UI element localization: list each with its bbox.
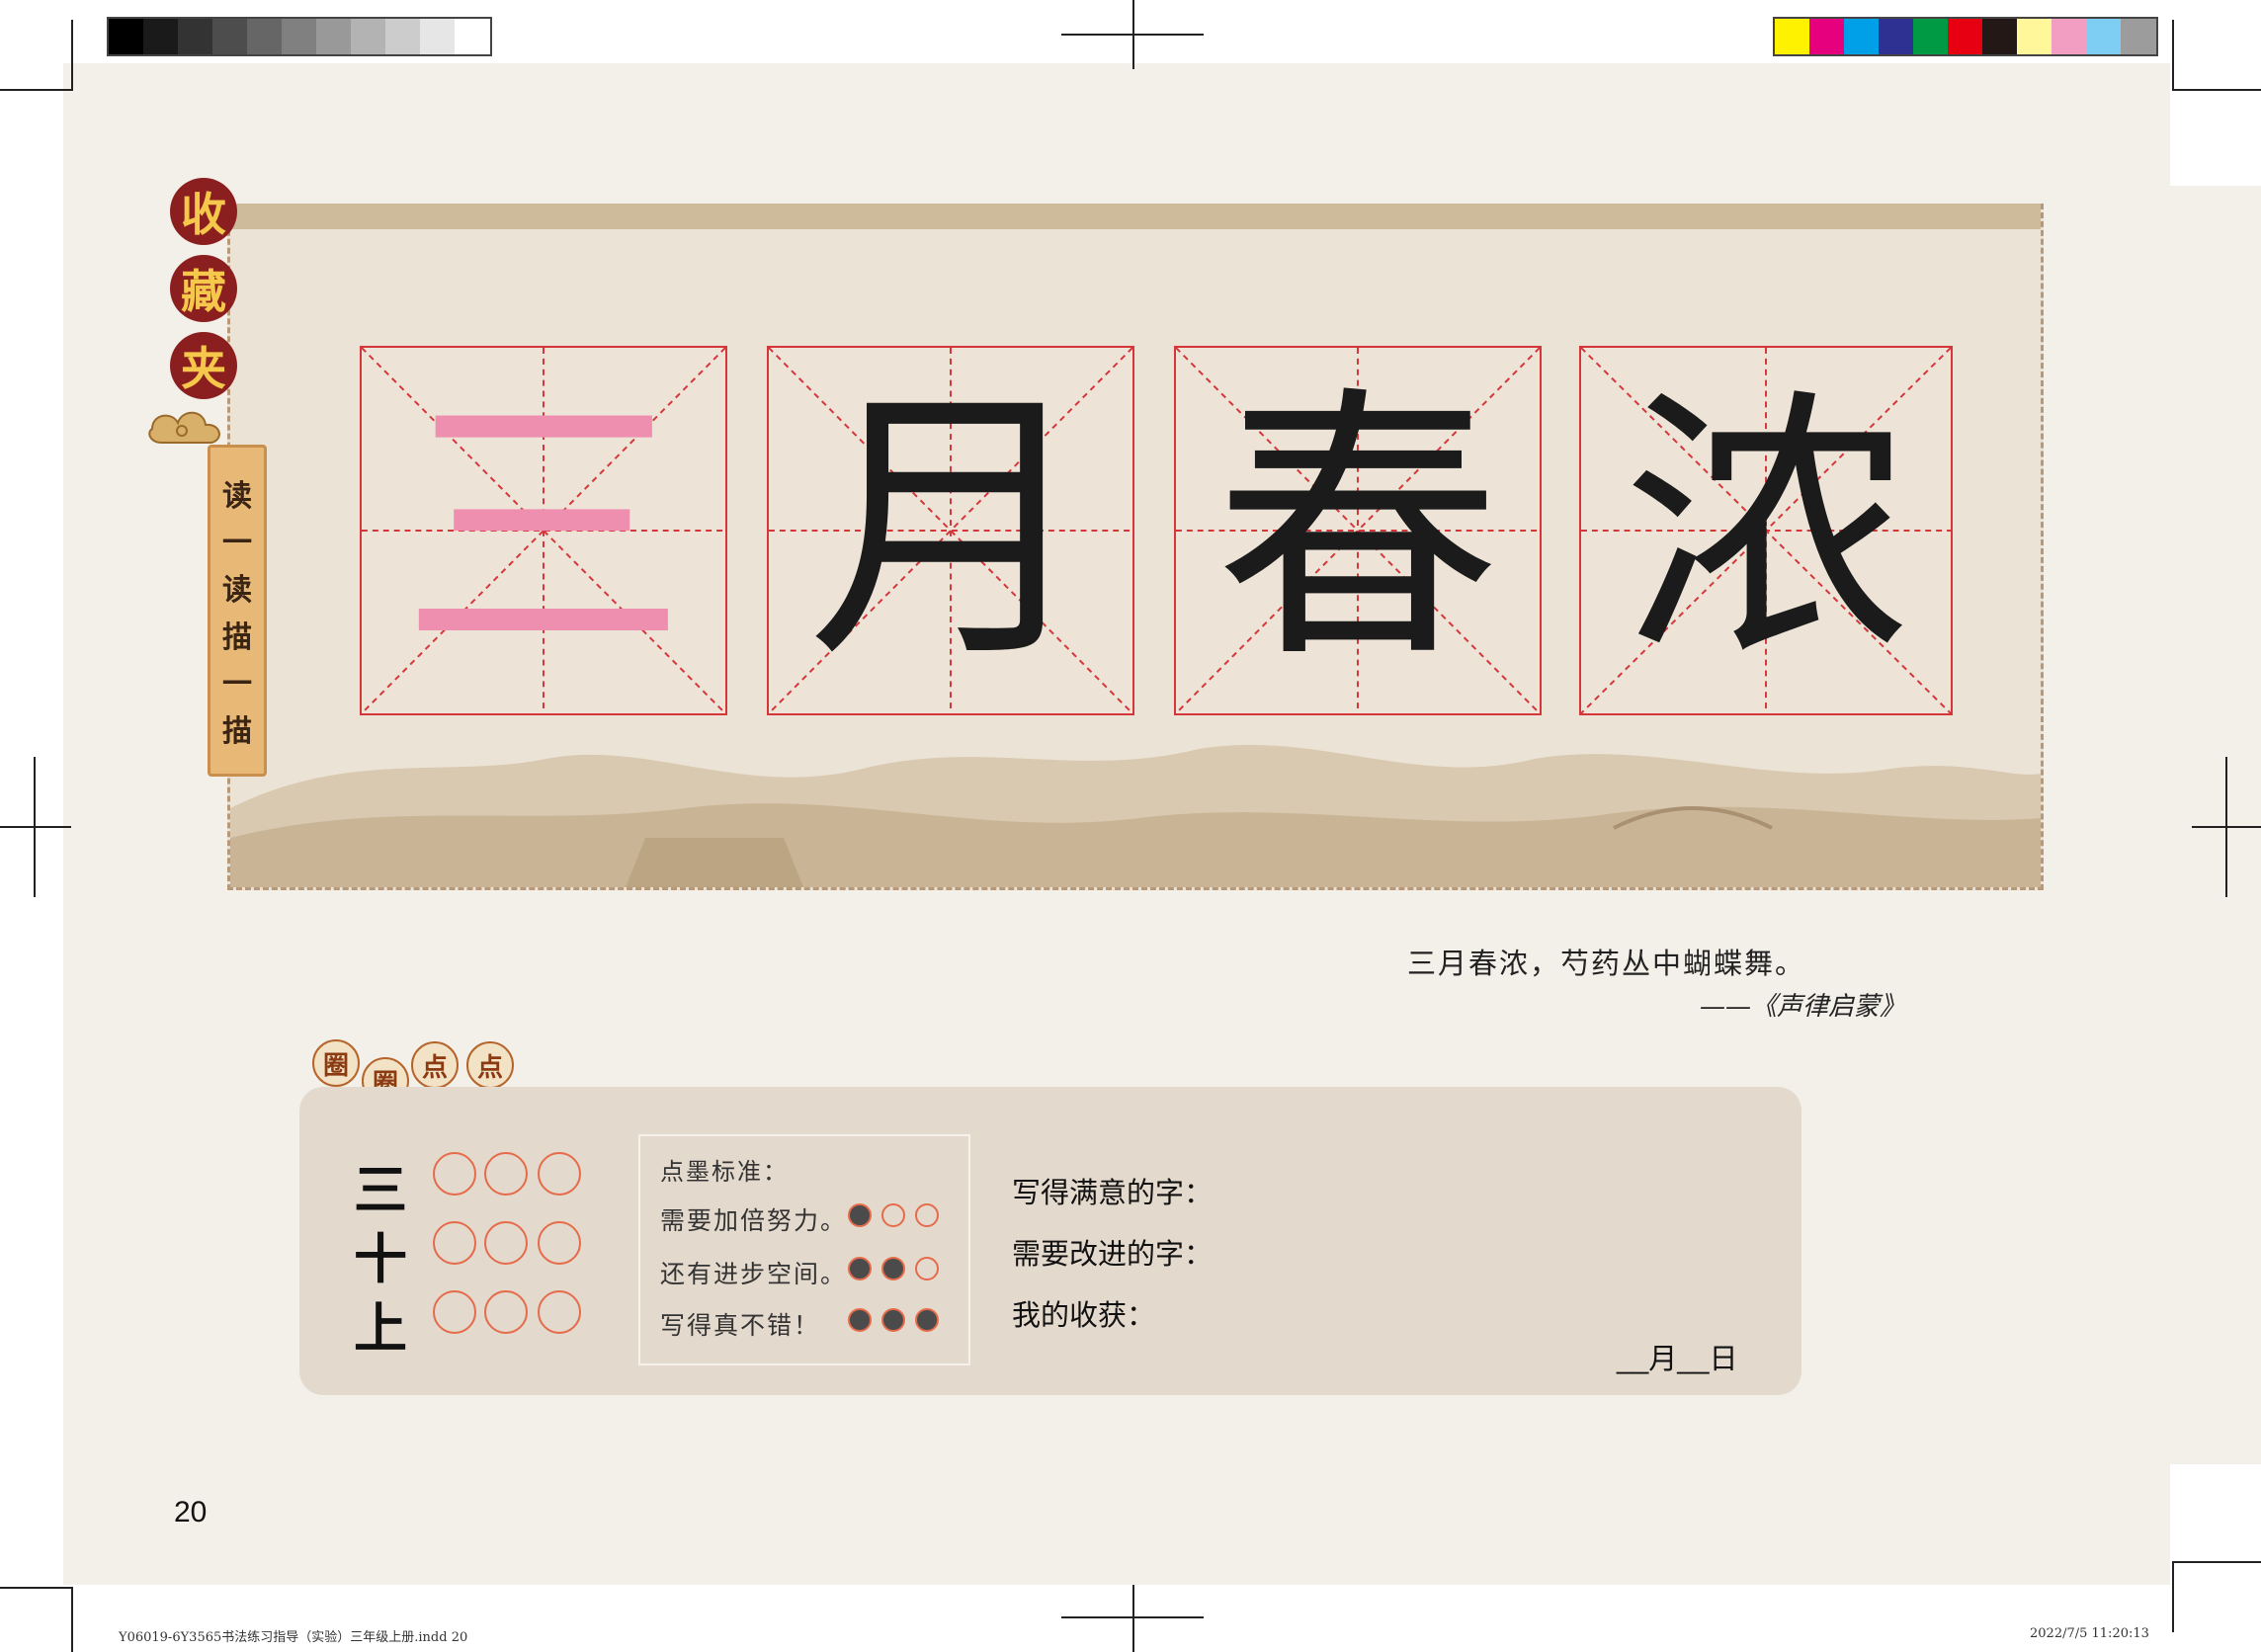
rating-ring[interactable] bbox=[433, 1152, 476, 1196]
crop-mark bbox=[2172, 1561, 2174, 1632]
banner-top-rail bbox=[227, 204, 2041, 229]
criteria-title: 点墨标准： bbox=[660, 1158, 789, 1186]
ink-dot-empty bbox=[915, 1257, 939, 1280]
crop-mark bbox=[34, 757, 36, 897]
rating-ring[interactable] bbox=[484, 1152, 528, 1196]
rating-ring[interactable] bbox=[484, 1221, 528, 1265]
practice-char-shi: 十 bbox=[354, 1227, 407, 1290]
cloud-ornament-icon bbox=[148, 411, 220, 444]
ink-dot-filled bbox=[848, 1203, 872, 1227]
improve-chars-field[interactable]: 需要改进的字： bbox=[1012, 1231, 1213, 1273]
section-badge: 点 bbox=[466, 1041, 514, 1089]
criteria-item: 写得真不错！ bbox=[660, 1311, 821, 1340]
scroll-char: 读 bbox=[222, 573, 252, 609]
seal-cang: 藏 bbox=[170, 255, 237, 322]
section-badge: 点 bbox=[411, 1041, 459, 1089]
practice-char-san: 三 bbox=[354, 1158, 407, 1221]
crop-mark bbox=[1132, 1585, 1134, 1652]
tianzige-box-4: 浓 bbox=[1579, 346, 1953, 715]
page-number: 20 bbox=[174, 1496, 208, 1528]
ink-dot-filled bbox=[881, 1308, 905, 1332]
scroll-char: 描 bbox=[222, 620, 252, 655]
scroll-char: 一 bbox=[222, 526, 252, 561]
poem-quote: 三月春浓，芍药丛中蝴蝶舞。 bbox=[1407, 947, 1806, 980]
section-badge: 圈 bbox=[312, 1039, 360, 1087]
criteria-item: 还有进步空间。 bbox=[660, 1260, 848, 1288]
crop-mark bbox=[71, 20, 73, 91]
satisfied-chars-field[interactable]: 写得满意的字： bbox=[1012, 1170, 1213, 1211]
tianzige-box-1: 三 bbox=[360, 346, 727, 715]
crop-mark bbox=[0, 1587, 71, 1589]
scroll-char: 描 bbox=[222, 714, 252, 750]
character-yue: 月 bbox=[807, 364, 1094, 697]
crop-mark bbox=[2172, 20, 2174, 91]
crop-mark bbox=[0, 89, 71, 91]
practice-char-shang: 上 bbox=[354, 1296, 407, 1360]
print-slug-file: Y06019-6Y3565书法练习指导（实验）三年级上册.indd 20 bbox=[119, 1630, 468, 1645]
character-chun: 春 bbox=[1214, 364, 1501, 697]
seal-shou: 收 bbox=[170, 178, 237, 245]
rating-ring[interactable] bbox=[538, 1152, 581, 1196]
rating-ring[interactable] bbox=[484, 1290, 528, 1334]
criteria-item: 需要加倍努力。 bbox=[660, 1206, 848, 1235]
crop-mark bbox=[71, 1587, 73, 1652]
poem-source: ——《声律启蒙》 bbox=[1700, 992, 1906, 1022]
crop-mark bbox=[2225, 757, 2227, 897]
landscape-painting bbox=[230, 690, 2041, 887]
print-slug-timestamp: 2022/7/5 11:20:13 bbox=[2030, 1626, 2149, 1641]
page-sheet-edge bbox=[2170, 186, 2261, 1464]
crop-mark bbox=[2172, 1561, 2261, 1563]
scroll-char: 一 bbox=[222, 667, 252, 702]
grayscale-bar bbox=[107, 17, 492, 56]
rating-ring[interactable] bbox=[538, 1290, 581, 1334]
rating-ring[interactable] bbox=[433, 1290, 476, 1334]
scroll-char: 读 bbox=[222, 478, 252, 514]
ink-dot-filled bbox=[881, 1257, 905, 1280]
color-bar bbox=[1773, 17, 2158, 56]
character-san: 三 bbox=[400, 364, 687, 697]
tianzige-box-3: 春 bbox=[1174, 346, 1542, 715]
ink-dot-empty bbox=[881, 1203, 905, 1227]
crop-mark bbox=[2172, 89, 2261, 91]
ink-dot-filled bbox=[848, 1308, 872, 1332]
read-trace-scroll-label: 读 一 读 描 一 描 bbox=[208, 445, 267, 777]
seal-jia: 夹 bbox=[170, 332, 237, 399]
ink-dot-filled bbox=[848, 1257, 872, 1280]
date-line[interactable]: __月__日 bbox=[1617, 1336, 1738, 1377]
crop-mark bbox=[1132, 0, 1134, 69]
ink-dot-filled bbox=[915, 1308, 939, 1332]
rating-ring[interactable] bbox=[433, 1221, 476, 1265]
tianzige-box-2: 月 bbox=[767, 346, 1134, 715]
ink-dot-empty bbox=[915, 1203, 939, 1227]
rating-ring[interactable] bbox=[538, 1221, 581, 1265]
crop-mark bbox=[0, 826, 71, 828]
character-nong: 浓 bbox=[1623, 364, 1909, 697]
gain-field[interactable]: 我的收获： bbox=[1012, 1292, 1155, 1334]
